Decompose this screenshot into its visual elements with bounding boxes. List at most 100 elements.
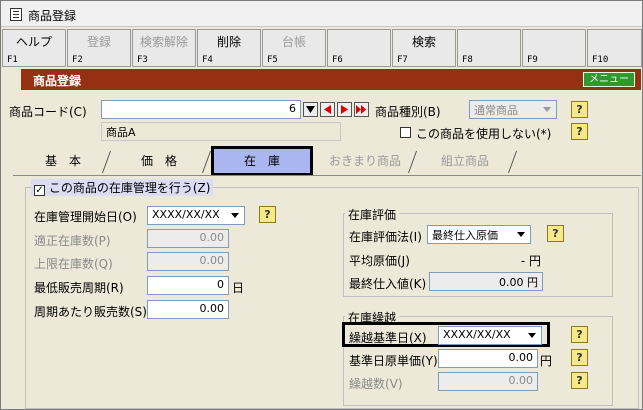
sales-per-period-input[interactable]: 0.00: [147, 300, 229, 319]
tab-baseline: [13, 175, 641, 176]
stock-start-date-value: XXXX/XX/XX: [152, 208, 220, 221]
ledger-label: 台帳: [281, 35, 306, 49]
average-cost-label: 平均原価(J): [349, 254, 410, 268]
tab-divider: [407, 151, 418, 173]
f6-button[interactable]: F6: [327, 29, 391, 67]
product-type-value: 通常商品: [474, 104, 518, 117]
tab-stock[interactable]: 在 庫: [211, 146, 313, 176]
check-icon: ✓: [35, 185, 44, 196]
register-button[interactable]: 登録 F2: [67, 29, 131, 67]
tab-basic[interactable]: 基 本: [19, 148, 112, 174]
carryover-date-label: 繰越基準日(X): [349, 331, 427, 345]
search-button[interactable]: 検索 F7: [392, 29, 456, 67]
next-record-button[interactable]: [337, 102, 352, 117]
min-sales-period-input[interactable]: 0: [147, 276, 229, 295]
product-registration-window: 商品登録 ヘルプ F1 登録 F2 検索解除 F3 削除 F4 台帳 F5 F6 検索 F7…: [0, 0, 643, 410]
chevron-down-icon: [540, 102, 555, 117]
f10-button[interactable]: F10: [587, 29, 642, 67]
last-record-button[interactable]: [354, 102, 369, 117]
stock-manage-label: この商品の在庫管理を行う(Z): [48, 181, 211, 195]
stock-manage-checkbox[interactable]: ✓: [34, 185, 45, 196]
fkey-number: F5: [267, 55, 278, 65]
fkey-number: F4: [202, 55, 213, 65]
fkey-number: F8: [462, 55, 473, 65]
tab-price-label: 価 格: [140, 154, 177, 168]
carryover-qty-input[interactable]: 0.00: [438, 372, 538, 391]
tab-price[interactable]: 価 格: [111, 148, 212, 174]
help-icon[interactable]: ?: [547, 225, 564, 242]
tab-assembly[interactable]: 組立商品: [417, 148, 518, 174]
average-cost-value: - 円: [520, 254, 541, 268]
base-unit-price-label: 基準日原単価(Y): [349, 354, 438, 368]
valuation-method-label: 在庫評価法(I): [349, 230, 422, 244]
clear-search-button[interactable]: 検索解除 F3: [132, 29, 196, 67]
valuation-method-value: 最終仕入原価: [432, 229, 498, 242]
product-type-select[interactable]: 通常商品: [469, 100, 557, 119]
help-icon[interactable]: ?: [571, 326, 588, 343]
tab-divider: [201, 151, 212, 173]
tab-basic-label: 基 本: [44, 154, 81, 168]
window-title: 商品登録: [28, 9, 77, 23]
base-unit-price-input[interactable]: 0.00: [438, 349, 538, 368]
tab-divider: [507, 151, 518, 173]
delete-button[interactable]: 削除 F4: [197, 29, 261, 67]
product-code-label: 商品コード(C): [9, 105, 87, 119]
help-icon[interactable]: ?: [259, 206, 276, 223]
f9-button[interactable]: F9: [522, 29, 586, 67]
help-icon[interactable]: ?: [571, 101, 588, 118]
carryover-date-select[interactable]: XXXX/XX/XX: [438, 326, 542, 345]
last-purchase-value: 0.00 円: [429, 272, 543, 291]
valuation-method-select[interactable]: 最終仕入原価: [427, 225, 531, 244]
tab-fixed-products[interactable]: おきまり商品: [317, 148, 418, 174]
sales-per-period-label: 周期あたり販売数(S): [34, 305, 147, 319]
fkey-number: F7: [397, 55, 408, 65]
fkey-number: F2: [72, 55, 83, 65]
yen-unit-label: 円: [540, 354, 553, 368]
fkey-number: F6: [332, 55, 343, 65]
clear-search-label: 検索解除: [139, 35, 188, 49]
fkey-number: F3: [137, 55, 148, 65]
prev-icon: [324, 105, 331, 114]
last-purchase-label: 最終仕入値(K): [349, 277, 427, 291]
tab-fixed-products-label: おきまり商品: [328, 154, 401, 168]
carryover-date-value: XXXX/XX/XX: [443, 328, 511, 341]
section-header: 商品登録 メニュー: [21, 69, 641, 90]
stock-manage-option: ✓ この商品の在庫管理を行う(Z): [31, 179, 214, 196]
down-arrow-icon: [306, 106, 315, 113]
section-title: 商品登録: [33, 74, 82, 88]
title-bar: 商品登録: [1, 1, 642, 27]
help-icon[interactable]: ?: [571, 123, 588, 140]
previous-record-button[interactable]: [320, 102, 335, 117]
ledger-button[interactable]: 台帳 F5: [262, 29, 326, 67]
upper-stock-label: 上限在庫数(Q): [34, 257, 113, 271]
help-icon[interactable]: ?: [571, 349, 588, 366]
help-icon[interactable]: ?: [571, 372, 588, 389]
next-icon: [341, 105, 348, 114]
fkey-number: F10: [592, 55, 609, 65]
menu-button[interactable]: メニュー: [583, 72, 635, 87]
product-name-field: 商品A: [101, 122, 341, 141]
search-label: 検索: [411, 35, 436, 49]
chevron-down-icon: [525, 328, 540, 343]
tab-stock-label: 在 庫: [243, 154, 280, 168]
proper-stock-input[interactable]: 0.00: [147, 229, 229, 248]
chevron-down-icon: [228, 208, 243, 223]
product-type-label: 商品種別(B): [375, 105, 441, 119]
register-label: 登録: [86, 35, 111, 49]
tab-assembly-label: 組立商品: [440, 154, 489, 168]
dropdown-nav-icon[interactable]: [303, 102, 318, 117]
menu-button-label: メニュー: [589, 74, 629, 85]
stock-start-date-label: 在庫管理開始日(O): [34, 210, 137, 224]
product-code-input[interactable]: 6: [101, 100, 301, 119]
f8-button[interactable]: F8: [457, 29, 521, 67]
unused-checkbox[interactable]: [400, 127, 411, 138]
stock-start-date-select[interactable]: XXXX/XX/XX: [147, 206, 245, 225]
chevron-down-icon: [514, 227, 529, 242]
unused-label: この商品を使用しない(*): [416, 127, 552, 141]
delete-label: 削除: [216, 35, 241, 49]
help-button[interactable]: ヘルプ F1: [2, 29, 66, 67]
function-key-bar: ヘルプ F1 登録 F2 検索解除 F3 削除 F4 台帳 F5 F6 検索 F7 F8 F…: [2, 29, 642, 67]
fkey-number: F1: [7, 55, 18, 65]
window-icon: [10, 8, 22, 21]
upper-stock-input[interactable]: 0.00: [147, 252, 229, 271]
